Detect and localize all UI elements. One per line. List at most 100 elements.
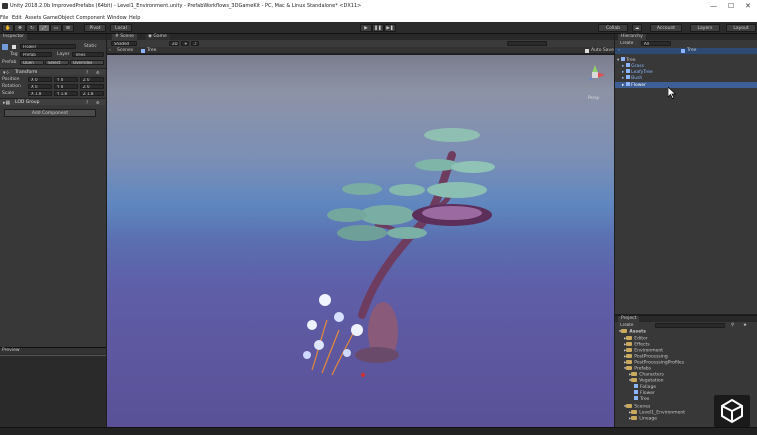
scale-z[interactable]: Z 1.8 bbox=[80, 91, 104, 96]
lod-group-header[interactable]: ▸▦ LOD Group ? ⚙ bbox=[0, 98, 106, 106]
settings-icon[interactable]: ⚙ bbox=[96, 70, 100, 75]
rect-tool-icon[interactable]: ▭ bbox=[50, 24, 62, 32]
project-item-assets[interactable]: ▾ Assets bbox=[619, 329, 646, 335]
back-arrow-icon[interactable]: ‹ bbox=[109, 48, 111, 53]
tab-project[interactable]: Project bbox=[618, 316, 640, 322]
active-checkbox[interactable] bbox=[12, 45, 16, 49]
pivot-toggle[interactable]: Pivot bbox=[84, 24, 106, 32]
inspector-panel: Inspector Flower Static Tag Prefab Layer… bbox=[0, 34, 106, 347]
position-x[interactable]: X 0 bbox=[28, 77, 52, 82]
menu-help[interactable]: Help bbox=[129, 15, 140, 21]
gizmos-search[interactable] bbox=[507, 41, 547, 46]
prefab-overrides-button[interactable]: Overrides bbox=[70, 60, 104, 65]
menu-assets[interactable]: Assets bbox=[25, 15, 41, 21]
scale-tool-icon[interactable]: ⤢ bbox=[38, 24, 50, 32]
menu-edit[interactable]: Edit bbox=[12, 15, 22, 21]
scene-viewport[interactable]: Persp bbox=[107, 55, 614, 427]
position-y[interactable]: Y 0 bbox=[54, 77, 78, 82]
static-label[interactable]: Static bbox=[84, 44, 97, 49]
folder-icon bbox=[631, 410, 638, 414]
filter-icon[interactable]: ⚲ bbox=[731, 323, 734, 328]
tab-hierarchy[interactable]: Hierarchy bbox=[618, 34, 646, 40]
breadcrumb-scenes[interactable]: Scenes bbox=[117, 48, 133, 53]
move-tool-icon[interactable]: ✥ bbox=[14, 24, 26, 32]
tree-prefab-render bbox=[303, 65, 605, 377]
prefab-select-button[interactable]: Select bbox=[45, 60, 69, 65]
hierarchy-search[interactable]: All bbox=[641, 41, 671, 46]
shading-mode-dropdown[interactable]: Shaded bbox=[111, 41, 137, 46]
step-button[interactable]: ▶❚ bbox=[384, 24, 396, 32]
hand-tool-icon[interactable]: ✋ bbox=[2, 24, 14, 32]
layer-dropdown[interactable]: Trees bbox=[72, 52, 104, 57]
lod-settings-icon[interactable]: ⚙ bbox=[96, 100, 100, 105]
lighting-toggle[interactable]: ☀ bbox=[181, 41, 189, 46]
auto-save-checkbox[interactable] bbox=[585, 49, 589, 53]
tab-inspector[interactable]: Inspector bbox=[0, 34, 27, 40]
prefab-icon bbox=[141, 49, 145, 53]
scale-y[interactable]: Y 1.8 bbox=[54, 91, 78, 96]
collab-button[interactable]: Collab bbox=[598, 24, 628, 32]
play-button[interactable]: ▶ bbox=[360, 24, 372, 32]
close-icon[interactable]: ✕ bbox=[745, 2, 751, 10]
lod-help-icon[interactable]: ? bbox=[86, 100, 88, 105]
position-z[interactable]: Z 0 bbox=[80, 77, 104, 82]
folder-icon bbox=[631, 416, 638, 420]
prefab-cube-icon bbox=[634, 396, 638, 400]
menu-file[interactable]: File bbox=[0, 15, 8, 21]
hierarchy-item-bush[interactable]: ▸ Bush bbox=[622, 75, 642, 81]
menu-component[interactable]: Component bbox=[76, 15, 105, 21]
header-back-icon[interactable]: ‹ bbox=[618, 48, 620, 53]
tag-dropdown[interactable]: Prefab bbox=[20, 52, 52, 57]
preview-header: Preview bbox=[0, 348, 106, 354]
menu-gameobject[interactable]: GameObject bbox=[43, 15, 74, 21]
2d-toggle[interactable]: 2D bbox=[169, 41, 179, 46]
prefab-cube-icon bbox=[634, 384, 638, 388]
window-title-bar: Unity 2018.2.0b ImprovedPrefabs (64bit) … bbox=[0, 0, 757, 14]
hierarchy-create-button[interactable]: Create bbox=[618, 41, 638, 46]
menu-window[interactable]: Window bbox=[107, 15, 127, 21]
status-bar bbox=[0, 427, 757, 435]
transform-title: Transform bbox=[15, 70, 38, 75]
expand-arrow-icon[interactable]: ▾ bbox=[617, 58, 619, 63]
minimize-icon[interactable]: — bbox=[710, 2, 717, 10]
project-search[interactable] bbox=[655, 323, 725, 328]
prefab-open-button[interactable]: Open bbox=[20, 60, 44, 65]
project-item-lineage[interactable]: ▸ Lineage bbox=[629, 416, 657, 422]
rotation-z[interactable]: Z 0 bbox=[80, 84, 104, 89]
add-component-button[interactable]: Add Component bbox=[4, 109, 96, 117]
expand-arrow-icon[interactable]: ▸ bbox=[622, 83, 624, 88]
rotate-tool-icon[interactable]: ↻ bbox=[26, 24, 38, 32]
hierarchy-item-flower[interactable]: ▸ Flower bbox=[615, 82, 757, 88]
pause-button[interactable]: ❚❚ bbox=[372, 24, 384, 32]
project-item-tree[interactable]: Tree bbox=[634, 396, 649, 402]
folder-icon bbox=[626, 360, 633, 364]
folder-icon bbox=[621, 329, 628, 333]
audio-toggle[interactable]: ♪ bbox=[191, 41, 199, 46]
maximize-icon[interactable]: ☐ bbox=[728, 2, 734, 10]
transform-icon: ▾⊹ bbox=[3, 70, 10, 76]
position-label: Position bbox=[2, 77, 20, 82]
layers-button[interactable]: Layers bbox=[690, 24, 720, 32]
transform-header[interactable]: ▾⊹ Transform ? ⚙ bbox=[0, 68, 106, 76]
object-name-field[interactable]: Flower bbox=[20, 44, 76, 49]
layout-button[interactable]: Layout bbox=[726, 24, 756, 32]
menu-bar: File Edit Assets GameObject Component Wi… bbox=[0, 14, 757, 22]
breadcrumb-tree[interactable]: Tree bbox=[147, 48, 156, 53]
scale-x[interactable]: X 1.8 bbox=[28, 91, 52, 96]
scale-label: Scale bbox=[2, 91, 15, 96]
account-button[interactable]: Account bbox=[650, 24, 682, 32]
rotation-x[interactable]: X 0 bbox=[28, 84, 52, 89]
project-create-button[interactable]: Create bbox=[618, 323, 638, 328]
transform-tool-icon[interactable]: ⊞ bbox=[62, 24, 74, 32]
star-icon[interactable]: ★ bbox=[743, 323, 747, 328]
folder-icon bbox=[626, 366, 633, 370]
expand-arrow-icon[interactable]: ▸ bbox=[622, 76, 624, 81]
persp-label[interactable]: Persp bbox=[588, 95, 599, 100]
rotation-y[interactable]: Y 0 bbox=[54, 84, 78, 89]
cloud-icon[interactable]: ☁ bbox=[632, 24, 642, 32]
prefab-breadcrumb-bar: ‹ Scenes Tree Auto Save bbox=[107, 47, 614, 54]
help-icon[interactable]: ? bbox=[86, 70, 88, 75]
prefab-cube-icon bbox=[625, 75, 630, 79]
folder-icon bbox=[626, 404, 633, 408]
local-toggle[interactable]: Local bbox=[110, 24, 132, 32]
